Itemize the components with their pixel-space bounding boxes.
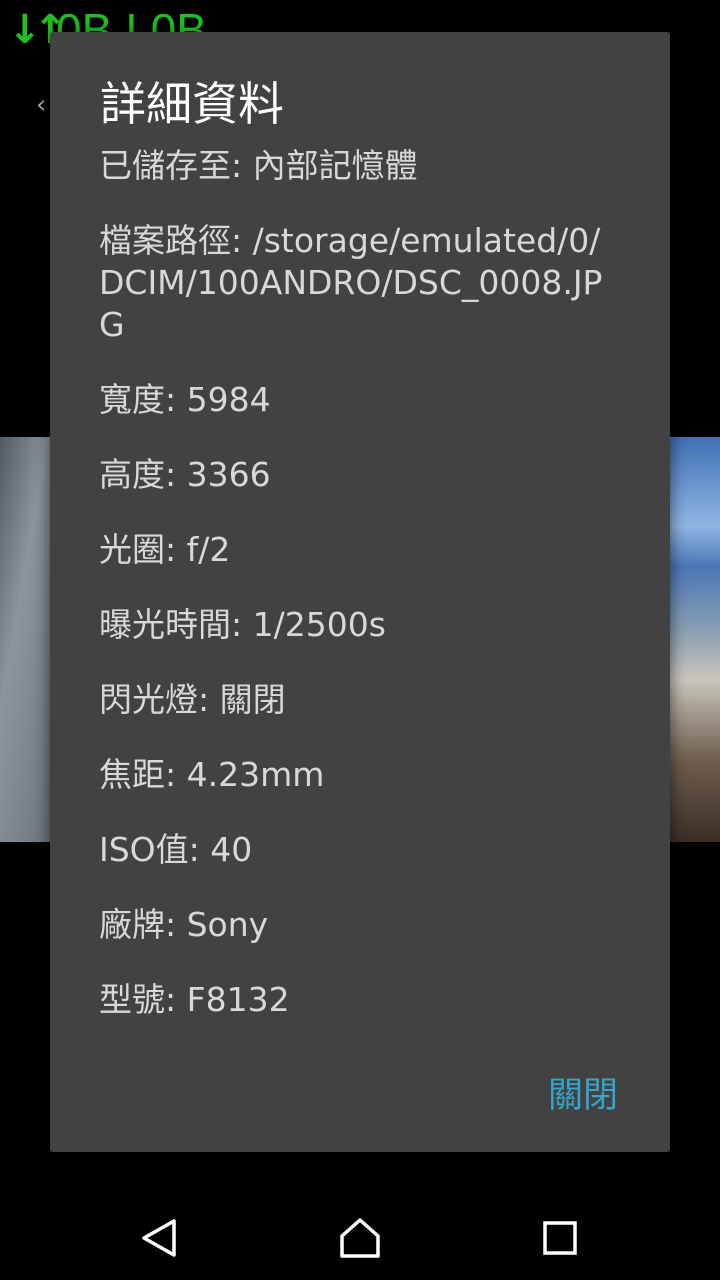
- detail-model: 型號: F8132: [99, 980, 290, 1019]
- up-down-arrows-icon: ↓↑: [8, 7, 67, 53]
- navigation-bar: [0, 1190, 720, 1280]
- back-triangle-icon[interactable]: [130, 1208, 190, 1268]
- detail-file-path: 檔案路徑: /storage/emulated/0/DCIM/100ANDRO/…: [99, 221, 603, 344]
- back-arrow-icon: ‹: [36, 90, 47, 120]
- photo-right-edge: [670, 437, 720, 842]
- details-list: 已儲存至: 內部記憶體 檔案路徑: /storage/emulated/0/DC…: [99, 145, 619, 1054]
- detail-height: 高度: 3366: [99, 455, 271, 494]
- detail-aperture: 光圈: f/2: [99, 530, 231, 569]
- detail-width: 寬度: 5984: [99, 380, 271, 419]
- detail-flash: 閃光燈: 關閉: [99, 680, 286, 719]
- detail-saved-to: 已儲存至: 內部記憶體: [99, 146, 418, 185]
- photo-left-edge: [0, 437, 50, 842]
- details-dialog: 詳細資料 已儲存至: 內部記憶體 檔案路徑: /storage/emulated…: [50, 32, 670, 1152]
- close-button[interactable]: 關閉: [548, 1074, 618, 1118]
- recents-square-icon[interactable]: [530, 1208, 590, 1268]
- detail-make: 廠牌: Sony: [99, 905, 269, 944]
- detail-exposure-time: 曝光時間: 1/2500s: [99, 605, 386, 644]
- home-icon[interactable]: [330, 1208, 390, 1268]
- dialog-title: 詳細資料: [100, 77, 284, 131]
- detail-focal-length: 焦距: 4.23mm: [99, 755, 325, 794]
- detail-iso: ISO值: 40: [99, 830, 253, 869]
